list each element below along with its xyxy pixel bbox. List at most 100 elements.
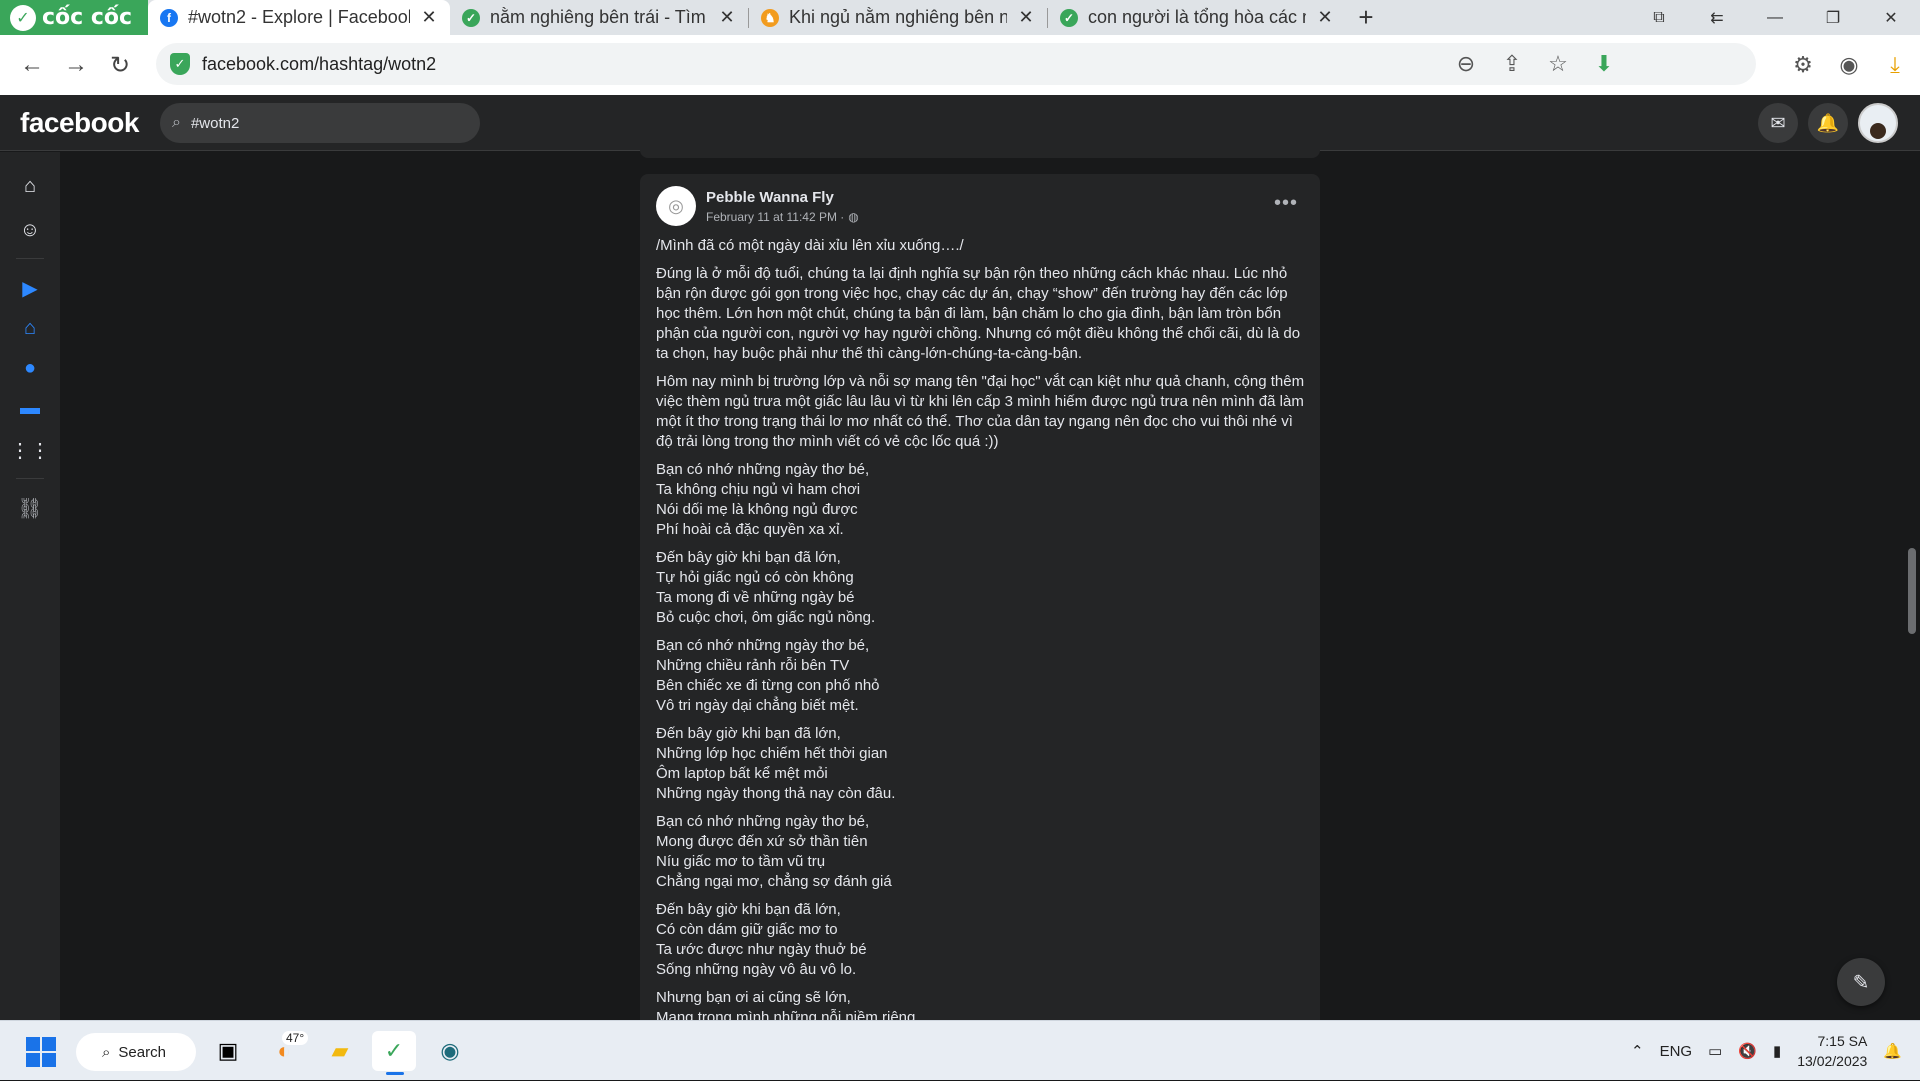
post-timestamp[interactable]: February 11 at 11:42 PM ·	[706, 210, 844, 224]
rail-divider	[16, 258, 44, 259]
profile-avatar-icon[interactable]: ☺	[0, 210, 60, 250]
poem-line: Những lớp học chiếm hết thời gian	[656, 745, 888, 762]
omnibox-actions: ⊖ ⇪ ☆ ⬇	[1454, 43, 1616, 85]
poem-stanza: Đến bây giờ khi bạn đã lớn, Tự hỏi giấc …	[656, 548, 1306, 628]
poem-stanza: Bạn có nhớ những ngày thơ bé, Những chiề…	[656, 636, 1306, 716]
back-arrow-icon[interactable]: ⇇	[1688, 0, 1746, 35]
coccoc-taskbar-icon[interactable]: ✓	[372, 1031, 416, 1075]
downloads-icon[interactable]: ⤓	[1882, 52, 1908, 78]
author-avatar[interactable]: ◎	[656, 186, 696, 226]
post-paragraph: Hôm nay mình bị trường lớp và nỗi sợ man…	[656, 373, 1305, 450]
tab-title: Khi ngủ nằm nghiêng bên nă	[789, 7, 1007, 27]
extensions-puzzle-icon[interactable]: ⚙	[1790, 52, 1816, 78]
tab-search-nam-nghieng[interactable]: ✓ nằm nghiêng bên trái - Tìm v ✕	[450, 0, 748, 35]
left-shortcut-rail: ⌂ ☺ ▶ ⌂ ● ▬ ⋮⋮ ⛓	[0, 152, 60, 1020]
taskbar-search[interactable]: ⌕ Search	[76, 1033, 196, 1071]
groups-icon[interactable]: ●	[0, 348, 60, 388]
public-globe-icon: ◍	[848, 209, 859, 224]
share-icon[interactable]: ⇪	[1500, 51, 1524, 77]
home-icon[interactable]: ⌂	[0, 166, 60, 206]
profile-icon[interactable]: ◉	[1836, 52, 1862, 78]
minimize-button[interactable]: —	[1746, 0, 1804, 35]
poem-stanza: Đến bây giờ khi bạn đã lớn, Những lớp họ…	[656, 724, 1306, 804]
messenger-icon[interactable]: ✉	[1758, 103, 1798, 143]
scrollbar-thumb[interactable]	[1908, 548, 1916, 634]
account-avatar[interactable]	[1858, 103, 1898, 143]
taskbar-search-label: Search	[118, 1043, 166, 1061]
clock-time: 7:15 SA	[1817, 1033, 1868, 1049]
bookmark-star-icon[interactable]: ☆	[1546, 51, 1570, 77]
close-tab-icon[interactable]: ✕	[420, 7, 438, 28]
windows-start-icon[interactable]	[26, 1037, 56, 1067]
back-button[interactable]: ←	[10, 43, 54, 87]
battery-icon[interactable]: ▮	[1773, 1042, 1781, 1060]
poem-line: Bên chiếc xe đi từng con phố nhỏ	[656, 677, 880, 694]
facebook-icon: f	[160, 8, 178, 27]
app-taskbar-icon[interactable]: ◉	[428, 1031, 472, 1071]
poem-line: Bạn có nhớ những ngày thơ bé,	[656, 461, 870, 478]
poem-line: Mong được đến xứ sở thần tiên	[656, 833, 868, 850]
browser-tab-strip: ✓ cốc cốc f #wotn2 - Explore | Facebook …	[0, 0, 1920, 35]
coccoc-icon: ✓	[1060, 8, 1078, 27]
clock[interactable]: 7:15 SA 13/02/2023	[1797, 1031, 1867, 1071]
download-green-icon[interactable]: ⬇	[1592, 51, 1616, 77]
screenshot-icon[interactable]: ⧉	[1630, 0, 1688, 35]
poem-line: Những ngày thong thả nay còn đâu.	[656, 785, 896, 802]
poem-line: Ta ước được như ngày thuở bé	[656, 941, 867, 958]
rail-divider	[16, 478, 44, 479]
tab-title: nằm nghiêng bên trái - Tìm v	[490, 7, 708, 27]
url-text[interactable]: facebook.com/hashtag/wotn2	[202, 54, 436, 75]
extension-icons: ⚙ ◉ ⤓	[1790, 35, 1908, 95]
tab-facebook[interactable]: f #wotn2 - Explore | Facebook ✕	[148, 0, 450, 35]
poem-line: Níu giấc mơ to tầm vũ trụ	[656, 853, 826, 870]
volume-muted-icon[interactable]: 🔇	[1738, 1042, 1757, 1060]
url-bar[interactable]: ✓ facebook.com/hashtag/wotn2 ⊖ ⇪ ☆ ⬇	[156, 43, 1756, 85]
search-value[interactable]: #wotn2	[191, 115, 239, 132]
watch-icon[interactable]: ▶	[0, 268, 60, 308]
security-shield-icon: ✓	[170, 53, 190, 75]
new-message-compose-icon[interactable]: ✎	[1837, 958, 1885, 1006]
chevron-up-icon[interactable]: ⌃	[1631, 1042, 1644, 1060]
facebook-search-input[interactable]: ⌕ #wotn2	[160, 103, 480, 143]
poem-line: Ôm laptop bất kể mệt mỏi	[656, 765, 828, 782]
close-tab-icon[interactable]: ✕	[1316, 7, 1334, 28]
poem-line: Tự hỏi giấc ngủ có còn không	[656, 569, 854, 586]
post-intro: /Mình đã có một ngày dài xỉu lên xỉu xuố…	[656, 237, 964, 254]
article-icon: ♞	[761, 8, 779, 27]
coccoc-brand[interactable]: ✓ cốc cốc	[0, 0, 148, 35]
poem-line: Nói dối mẹ là không ngủ được	[656, 501, 858, 518]
network-icon[interactable]: ▭	[1708, 1042, 1722, 1060]
language-indicator[interactable]: ENG	[1660, 1043, 1693, 1060]
facebook-logo[interactable]: facebook	[20, 107, 139, 139]
close-tab-icon[interactable]: ✕	[1017, 7, 1035, 28]
poem-line: Phí hoài cả đặc quyền xa xỉ.	[656, 521, 844, 538]
file-explorer-icon[interactable]: ▰	[318, 1031, 362, 1071]
notifications-bell-icon[interactable]: 🔔	[1808, 103, 1848, 143]
poem-stanza: Bạn có nhớ những ngày thơ bé, Ta không c…	[656, 460, 1306, 540]
forward-button[interactable]: →	[54, 43, 98, 87]
previous-post-bottom	[640, 140, 1320, 158]
reload-button[interactable]: ↻	[98, 43, 142, 87]
notification-bell-icon[interactable]: 🔔	[1883, 1042, 1902, 1060]
poem-line: Đến bây giờ khi bạn đã lớn,	[656, 901, 841, 918]
restore-button[interactable]: ❐	[1804, 0, 1862, 35]
coccoc-icon: ✓	[462, 8, 480, 27]
new-tab-button[interactable]: +	[1346, 0, 1386, 35]
gaming-icon[interactable]: ▬	[0, 388, 60, 428]
post-options-icon[interactable]: •••	[1274, 192, 1298, 215]
marketplace-icon[interactable]: ⌂	[0, 308, 60, 348]
poem-stanza: Đến bây giờ khi bạn đã lớn, Có còn dám g…	[656, 900, 1306, 980]
menu-grid-icon[interactable]: ⋮⋮	[0, 430, 60, 470]
tab-khi-ngu[interactable]: ♞ Khi ngủ nằm nghiêng bên nă ✕	[749, 0, 1047, 35]
link-icon[interactable]: ⛓	[0, 488, 60, 528]
address-bar-row: ← → ↻ ✓ facebook.com/hashtag/wotn2 ⊖ ⇪ ☆…	[0, 35, 1920, 95]
task-view-icon[interactable]: ▣	[206, 1031, 250, 1071]
close-tab-icon[interactable]: ✕	[718, 7, 736, 28]
tab-title: con người là tổng hòa các m	[1088, 7, 1306, 27]
post-author[interactable]: Pebble Wanna Fly	[706, 189, 859, 206]
zoom-out-icon[interactable]: ⊖	[1454, 51, 1478, 77]
close-window-button[interactable]: ✕	[1862, 0, 1920, 35]
weather-temp: 47°	[282, 1031, 309, 1045]
tab-con-nguoi[interactable]: ✓ con người là tổng hòa các m ✕	[1048, 0, 1346, 35]
poem-line: Đến bây giờ khi bạn đã lớn,	[656, 549, 841, 566]
